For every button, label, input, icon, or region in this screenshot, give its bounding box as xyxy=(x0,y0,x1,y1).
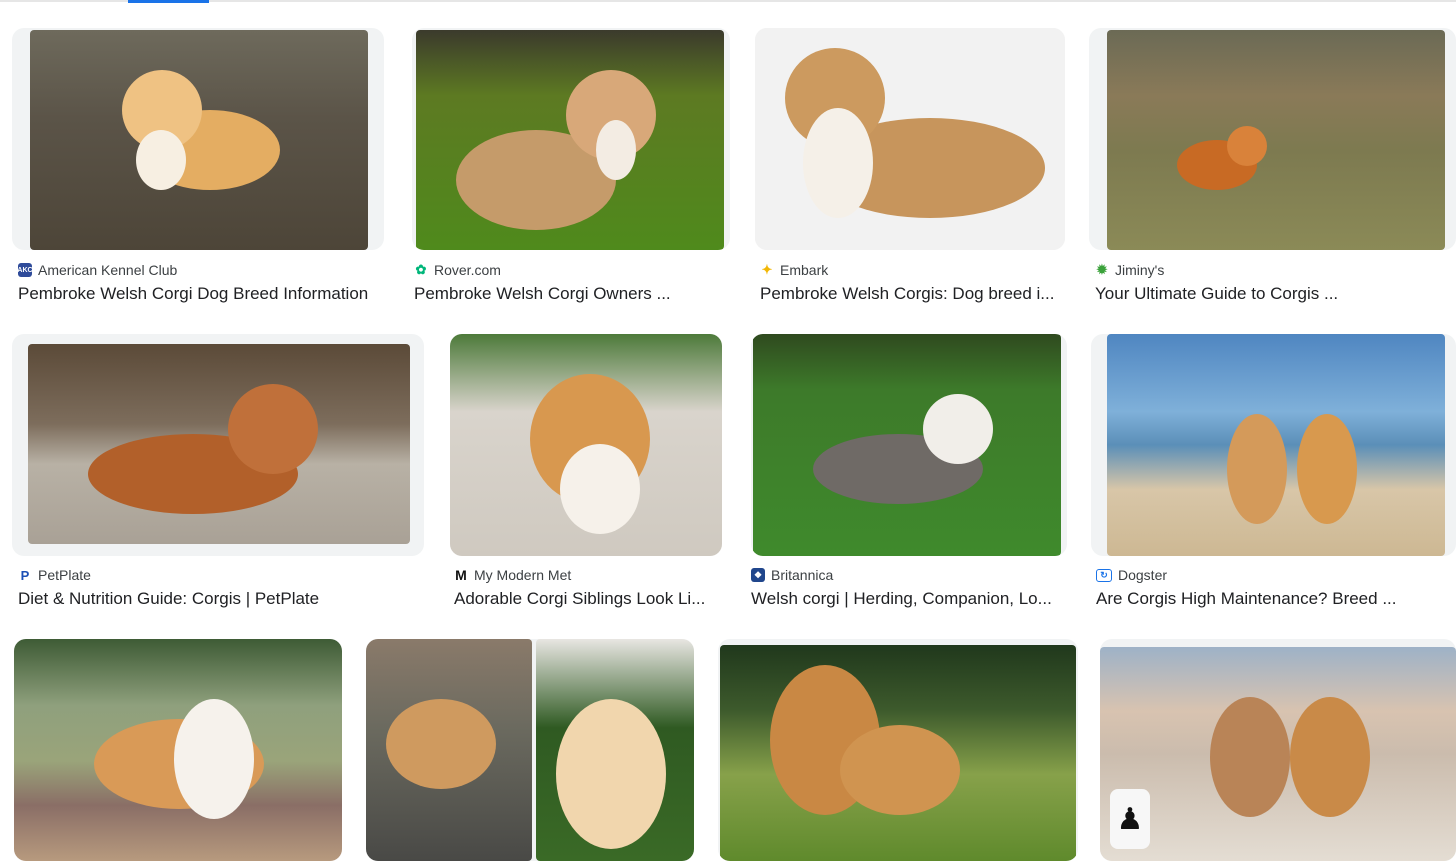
source-name: PetPlate xyxy=(38,567,91,583)
source-name: Dogster xyxy=(1118,567,1168,583)
result-source[interactable]: ❖ Britannica xyxy=(751,567,833,583)
result-title[interactable]: Are Corgis High Maintenance? Breed ... xyxy=(1096,589,1456,609)
source-name: Rover.com xyxy=(434,262,501,278)
result-title[interactable]: Adorable Corgi Siblings Look Li... xyxy=(454,589,722,609)
result-title[interactable]: Welsh corgi | Herding, Companion, Lo... xyxy=(751,589,1061,609)
result-title[interactable]: Pembroke Welsh Corgis: Dog breed i... xyxy=(760,284,1065,304)
result-title[interactable]: Pembroke Welsh Corgi Dog Breed Informati… xyxy=(18,284,388,304)
result-image-jiminys[interactable] xyxy=(1089,28,1456,250)
result-image-akc[interactable] xyxy=(12,28,384,250)
result-source[interactable]: ✿ Rover.com xyxy=(414,262,501,278)
petplate-icon: P xyxy=(20,567,30,583)
sparkle-icon: ✦ xyxy=(761,262,773,277)
result-source[interactable]: ✹ Jiminy's xyxy=(1095,262,1165,278)
result-source[interactable]: ✦ Embark xyxy=(760,262,829,278)
dog-silhouette-icon: ♟ xyxy=(1116,802,1144,836)
result-image-rover[interactable] xyxy=(412,28,730,250)
result-image-row3-2[interactable] xyxy=(366,639,694,861)
paw-icon: ✿ xyxy=(415,262,427,277)
result-source[interactable]: M My Modern Met xyxy=(454,567,571,583)
result-source[interactable]: AKC American Kennel Club xyxy=(17,262,178,278)
source-name: American Kennel Club xyxy=(38,262,178,278)
result-title[interactable]: Diet & Nutrition Guide: Corgis | PetPlat… xyxy=(18,589,423,609)
result-image-mymodernmet[interactable] xyxy=(450,334,722,556)
britannica-icon: ❖ xyxy=(751,568,765,582)
source-name: Embark xyxy=(780,262,829,278)
result-image-embark[interactable] xyxy=(755,28,1065,250)
result-source[interactable]: ↻ Dogster xyxy=(1096,567,1167,583)
result-image-petplate[interactable] xyxy=(12,334,424,556)
result-image-dogster[interactable] xyxy=(1091,334,1456,556)
m-logo-icon: M xyxy=(455,567,467,583)
result-title[interactable]: Your Ultimate Guide to Corgis ... xyxy=(1095,284,1456,304)
result-image-row3-4[interactable]: ♟ xyxy=(1100,639,1456,861)
result-title[interactable]: Pembroke Welsh Corgi Owners ... xyxy=(414,284,734,304)
source-name: Jiminy's xyxy=(1115,262,1165,278)
site-logo-badge: ♟ xyxy=(1110,789,1150,849)
result-image-row3-3[interactable] xyxy=(718,639,1078,861)
result-image-row3-1[interactable] xyxy=(14,639,342,861)
tab-bar-border xyxy=(0,0,1456,2)
result-image-britannica[interactable] xyxy=(751,334,1067,556)
source-name: My Modern Met xyxy=(474,567,572,583)
akc-icon: AKC xyxy=(17,263,33,277)
dogster-icon: ↻ xyxy=(1096,568,1112,582)
leaf-icon: ✹ xyxy=(1096,262,1108,277)
source-name: Britannica xyxy=(771,567,834,583)
result-source[interactable]: P PetPlate xyxy=(18,567,91,583)
active-tab-indicator xyxy=(128,0,209,3)
